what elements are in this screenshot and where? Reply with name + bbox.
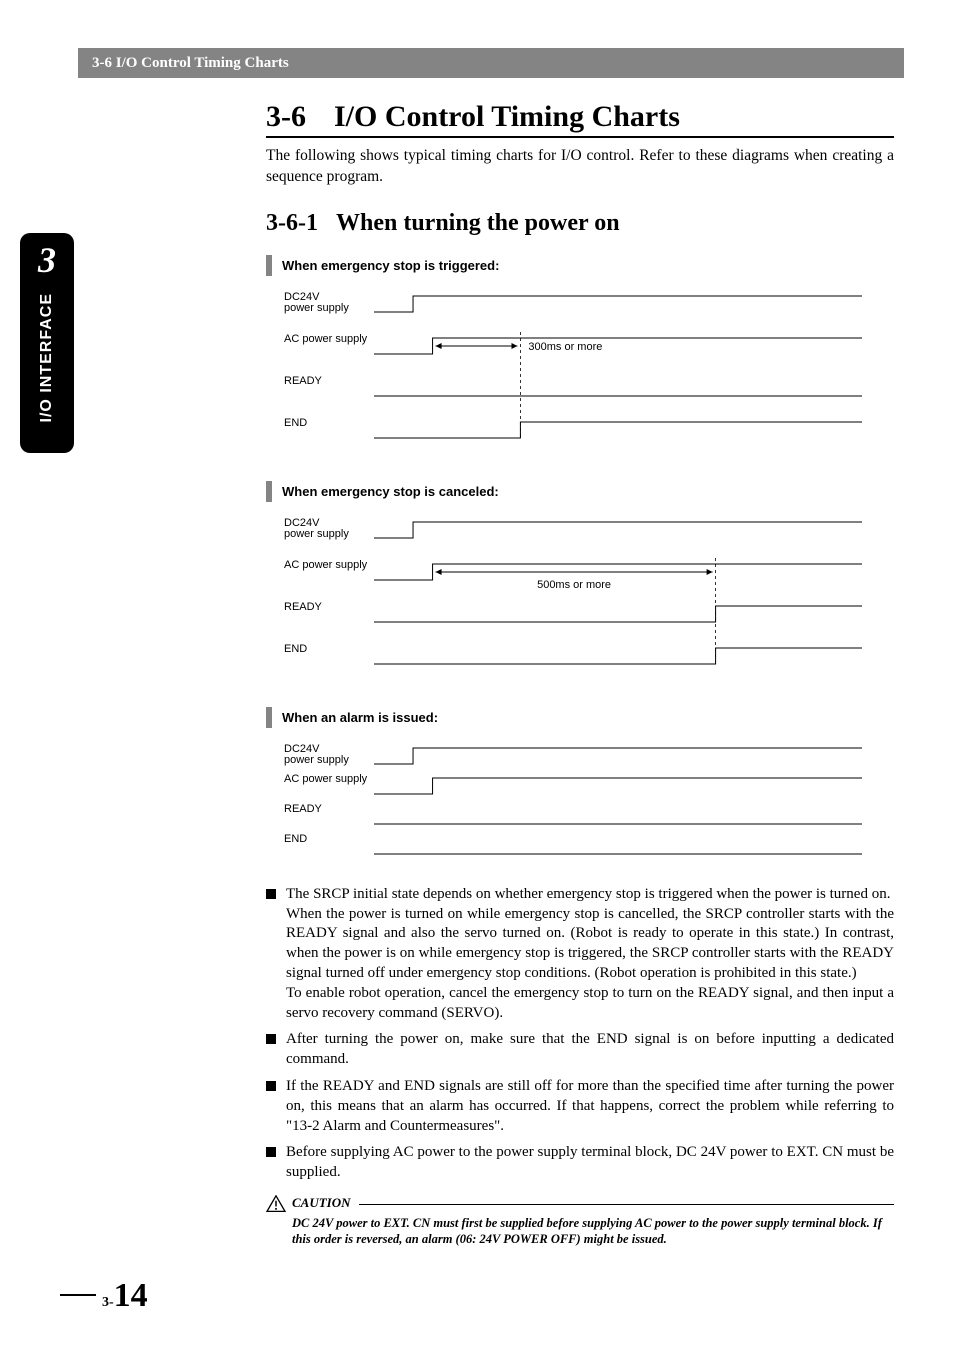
chart-title: When emergency stop is triggered: xyxy=(282,255,499,276)
bullet-item: The SRCP initial state depends on whethe… xyxy=(266,885,894,1024)
caution-body: DC 24V power to EXT. CN must first be su… xyxy=(292,1215,894,1248)
signal-trace xyxy=(374,296,862,312)
signal-label: END xyxy=(284,643,307,655)
bullet-square-icon xyxy=(266,1081,276,1091)
bullet-item: Before supplying AC power to the power s… xyxy=(266,1143,894,1183)
section-heading: 3-6 I/O Control Timing Charts xyxy=(266,100,894,138)
chapter-tab: 3 I/O INTERFACE xyxy=(20,233,74,453)
timing-diagram: DC24Vpower supplyAC power supplyREADYEND… xyxy=(266,282,866,458)
bullet-subtext: To enable robot operation, cancel the em… xyxy=(286,984,894,1024)
subsection-heading: 3-6-1 When turning the power on xyxy=(266,210,894,237)
bullet-item: If the READY and END signals are still o… xyxy=(266,1077,894,1136)
caution-label: CAUTION xyxy=(292,1195,351,1211)
signal-trace xyxy=(374,778,862,794)
timing-chart: When emergency stop is canceled:DC24Vpow… xyxy=(266,481,894,689)
header-bar: 3-6 I/O Control Timing Charts xyxy=(78,48,904,78)
bullet-text: After turning the power on, make sure th… xyxy=(286,1030,894,1070)
caution-heading-row: CAUTION xyxy=(266,1195,894,1213)
signal-label: AC power supply xyxy=(284,773,368,785)
bullet-square-icon xyxy=(266,889,276,899)
bullet-item: After turning the power on, make sure th… xyxy=(266,1030,894,1070)
bullet-square-icon xyxy=(266,1147,276,1157)
bullet-subtext: When the power is turned on while emerge… xyxy=(286,905,894,984)
annotation-label: 500ms or more xyxy=(537,579,611,591)
annotation-label: 300ms or more xyxy=(528,341,602,353)
signal-label: READY xyxy=(284,803,323,815)
signal-label: power supply xyxy=(284,528,349,540)
signal-label: AC power supply xyxy=(284,559,368,571)
signal-trace xyxy=(374,522,862,538)
signal-label: END xyxy=(284,417,307,429)
signal-label: END xyxy=(284,833,307,845)
signal-trace xyxy=(374,422,862,438)
timing-diagram: DC24Vpower supplyAC power supplyREADYEND… xyxy=(266,508,866,684)
subsection-title: When turning the power on xyxy=(336,210,620,237)
signal-label: READY xyxy=(284,375,323,387)
bullet-list: The SRCP initial state depends on whethe… xyxy=(266,885,894,1183)
signal-trace xyxy=(374,748,862,764)
signal-label: power supply xyxy=(284,754,349,766)
bullet-square-icon xyxy=(266,1034,276,1044)
bullet-text: Before supplying AC power to the power s… xyxy=(286,1143,894,1183)
timing-diagram: DC24Vpower supplyAC power supplyREADYEND xyxy=(266,734,866,862)
chapter-label: I/O INTERFACE xyxy=(38,293,56,422)
page-number: 3- 14 xyxy=(60,1277,148,1315)
bullet-text: If the READY and END signals are still o… xyxy=(286,1077,894,1136)
page-prefix: 3- xyxy=(102,1295,114,1311)
bullet-text: The SRCP initial state depends on whethe… xyxy=(286,885,894,1024)
chart-title: When an alarm is issued: xyxy=(282,707,438,728)
signal-trace xyxy=(374,606,862,622)
caution-icon xyxy=(266,1195,286,1213)
chapter-number: 3 xyxy=(38,239,56,281)
signal-label: power supply xyxy=(284,302,349,314)
timing-chart: When an alarm is issued:DC24Vpower suppl… xyxy=(266,707,894,867)
subsection-number: 3-6-1 xyxy=(266,210,318,237)
chart-title: When emergency stop is canceled: xyxy=(282,481,499,502)
section-title: I/O Control Timing Charts xyxy=(334,100,680,134)
intro-paragraph: The following shows typical timing chart… xyxy=(266,146,894,188)
page-num-value: 14 xyxy=(114,1277,148,1315)
signal-trace xyxy=(374,648,862,664)
signal-label: READY xyxy=(284,601,323,613)
signal-label: AC power supply xyxy=(284,333,368,345)
content-area: 3-6 I/O Control Timing Charts The follow… xyxy=(266,100,894,1248)
section-number: 3-6 xyxy=(266,100,306,134)
timing-chart: When emergency stop is triggered:DC24Vpo… xyxy=(266,255,894,463)
caution-rule xyxy=(359,1204,894,1205)
timing-charts: When emergency stop is triggered:DC24Vpo… xyxy=(266,255,894,867)
